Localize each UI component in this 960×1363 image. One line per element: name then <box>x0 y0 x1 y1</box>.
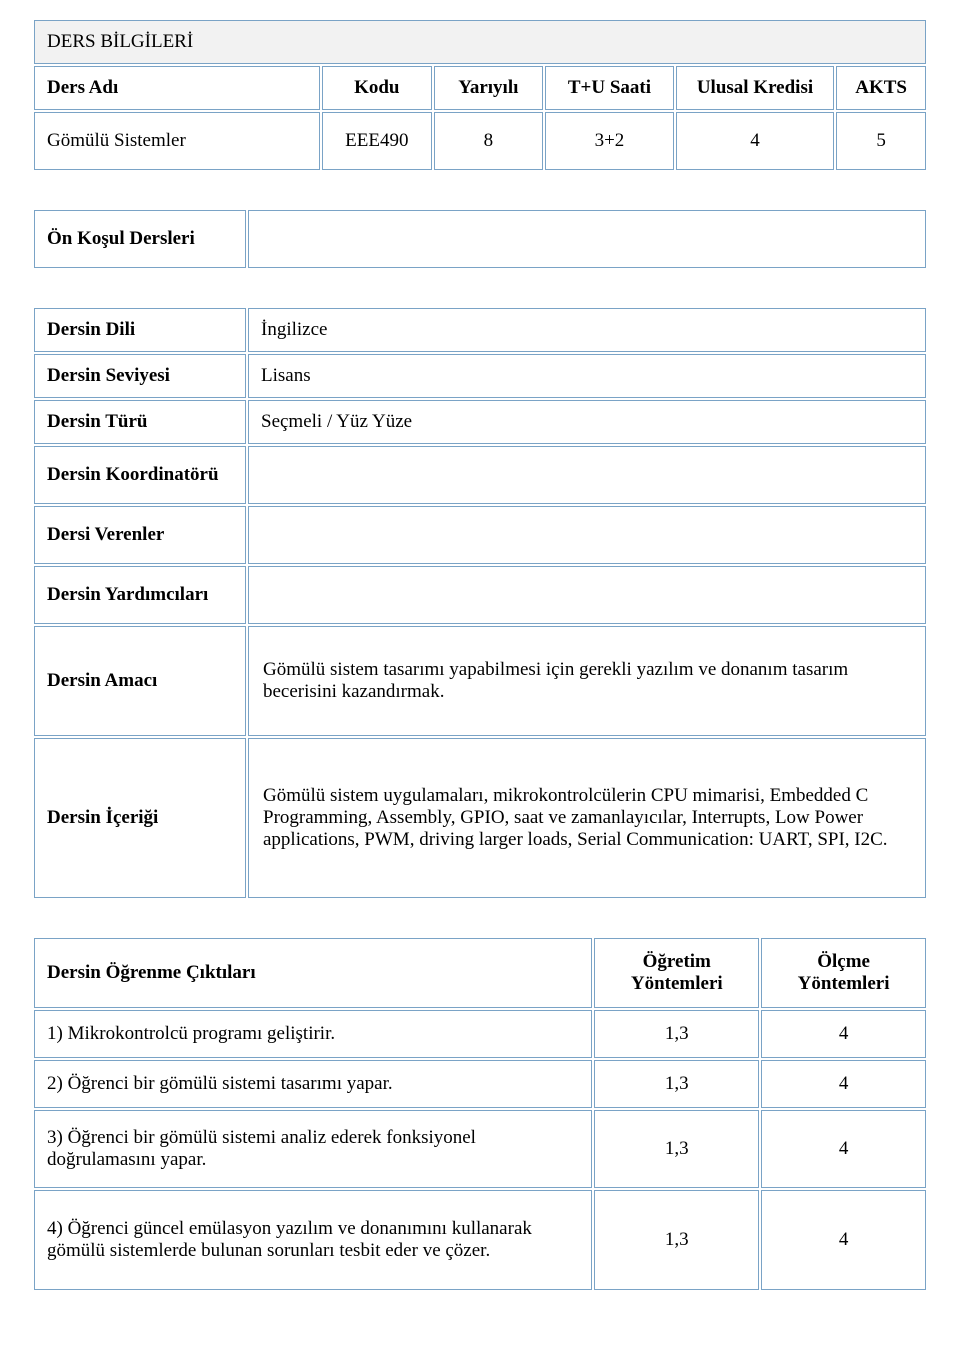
outcome-assessment: 4 <box>761 1190 926 1290</box>
outcome-text: 1) Mikrokontrolcü programı geliştirir. <box>34 1010 592 1058</box>
course-semester: 8 <box>434 112 544 170</box>
outcome-row: 3) Öğrenci bir gömülü sistemi analiz ede… <box>34 1110 926 1188</box>
outcome-teaching: 1,3 <box>594 1190 759 1290</box>
header-name: Ders Adı <box>34 66 320 110</box>
content-value: Gömülü sistem uygulamaları, mikrokontrol… <box>248 738 926 898</box>
assistants-value <box>248 566 926 624</box>
outcomes-table: Dersin Öğrenme Çıktıları Öğretim Yönteml… <box>32 936 928 1292</box>
outcome-row: 4) Öğrenci güncel emülasyon yazılım ve d… <box>34 1190 926 1290</box>
outcome-teaching: 1,3 <box>594 1110 759 1188</box>
content-label: Dersin İçeriği <box>34 738 246 898</box>
type-label: Dersin Türü <box>34 400 246 444</box>
outcomes-header-teaching: Öğretim Yöntemleri <box>594 938 759 1008</box>
header-hours: T+U Saati <box>545 66 674 110</box>
outcomes-header-outcome: Dersin Öğrenme Çıktıları <box>34 938 592 1008</box>
course-row: Gömülü Sistemler EEE490 8 3+2 4 5 <box>34 112 926 170</box>
outcomes-header-assessment: Ölçme Yöntemleri <box>761 938 926 1008</box>
level-label: Dersin Seviyesi <box>34 354 246 398</box>
header-national-credit: Ulusal Kredisi <box>676 66 834 110</box>
outcome-row: 1) Mikrokontrolcü programı geliştirir. 1… <box>34 1010 926 1058</box>
details-table: Dersin Dili İngilizce Dersin Seviyesi Li… <box>32 306 928 900</box>
outcome-text: 4) Öğrenci güncel emülasyon yazılım ve d… <box>34 1190 592 1290</box>
outcome-teaching: 1,3 <box>594 1010 759 1058</box>
language-label: Dersin Dili <box>34 308 246 352</box>
outcome-text: 3) Öğrenci bir gömülü sistemi analiz ede… <box>34 1110 592 1188</box>
outcome-text: 2) Öğrenci bir gömülü sistemi tasarımı y… <box>34 1060 592 1108</box>
language-value: İngilizce <box>248 308 926 352</box>
course-info-title: DERS BİLGİLERİ <box>34 20 926 64</box>
course-info-table: DERS BİLGİLERİ Ders Adı Kodu Yarıyılı T+… <box>32 18 928 172</box>
prereq-value <box>248 210 926 268</box>
instructors-value <box>248 506 926 564</box>
instructors-label: Dersi Verenler <box>34 506 246 564</box>
course-national-credit: 4 <box>676 112 834 170</box>
outcome-assessment: 4 <box>761 1010 926 1058</box>
prereq-label: Ön Koşul Dersleri <box>34 210 246 268</box>
assistants-label: Dersin Yardımcıları <box>34 566 246 624</box>
coordinator-label: Dersin Koordinatörü <box>34 446 246 504</box>
outcome-assessment: 4 <box>761 1060 926 1108</box>
course-ects: 5 <box>836 112 926 170</box>
level-value: Lisans <box>248 354 926 398</box>
course-hours: 3+2 <box>545 112 674 170</box>
course-code: EEE490 <box>322 112 432 170</box>
course-name: Gömülü Sistemler <box>34 112 320 170</box>
outcome-row: 2) Öğrenci bir gömülü sistemi tasarımı y… <box>34 1060 926 1108</box>
aim-value: Gömülü sistem tasarımı yapabilmesi için … <box>248 626 926 736</box>
type-value: Seçmeli / Yüz Yüze <box>248 400 926 444</box>
header-ects: AKTS <box>836 66 926 110</box>
outcome-teaching: 1,3 <box>594 1060 759 1108</box>
outcome-assessment: 4 <box>761 1110 926 1188</box>
aim-label: Dersin Amacı <box>34 626 246 736</box>
header-semester: Yarıyılı <box>434 66 544 110</box>
prereq-table: Ön Koşul Dersleri <box>32 208 928 270</box>
header-code: Kodu <box>322 66 432 110</box>
coordinator-value <box>248 446 926 504</box>
